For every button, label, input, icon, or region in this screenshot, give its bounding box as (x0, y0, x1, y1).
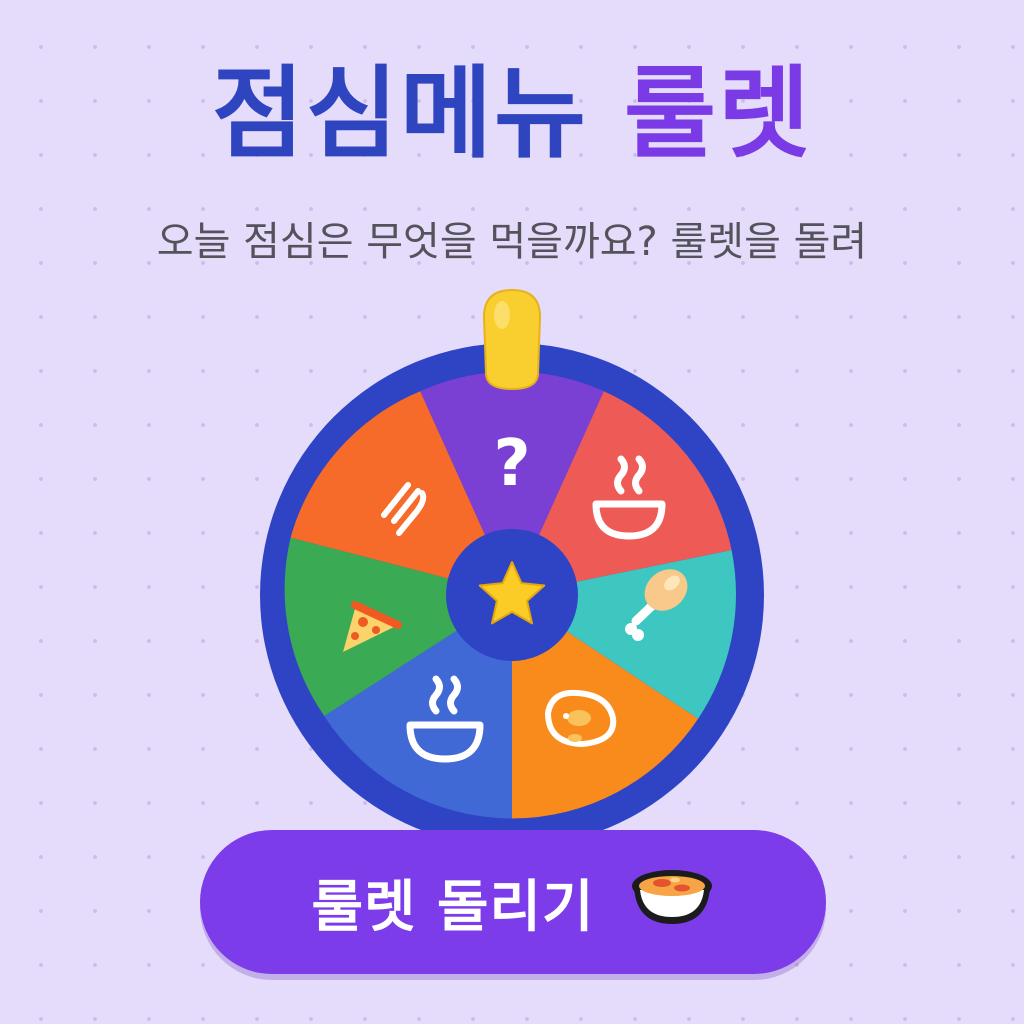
title-part-1: 점심메뉴 (212, 55, 588, 172)
wheel-pointer (482, 288, 542, 391)
spin-button-label: 룰렛 돌리기 (311, 874, 595, 940)
food-bowl-icon (629, 864, 715, 940)
pointer-highlight (494, 301, 510, 329)
spin-roulette-button[interactable]: 룰렛 돌리기 (200, 830, 826, 974)
page-title: 점심메뉴 룰렛 (0, 56, 1024, 171)
subtitle: 오늘 점심은 무엇을 먹을까요? 룰렛을 돌려 (156, 219, 868, 265)
question-icon: ? (493, 427, 530, 501)
title-part-2: 룰렛 (624, 55, 812, 172)
roulette-wheel[interactable]: ? (250, 285, 790, 845)
